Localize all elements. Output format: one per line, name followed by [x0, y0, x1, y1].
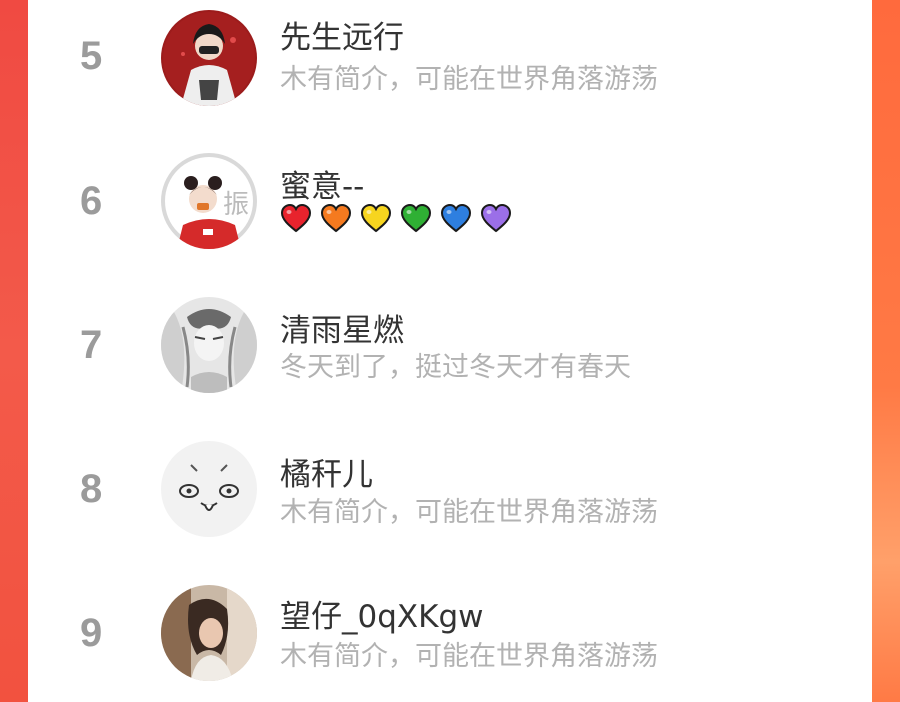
- avatar[interactable]: [161, 441, 257, 537]
- leaderboard-row-7[interactable]: 7 清雨星燃 冬天到了，挺过冬天才有春天: [28, 289, 872, 409]
- purple-heart-icon: [480, 203, 512, 233]
- rank-number: 9: [80, 611, 103, 655]
- avatar[interactable]: 振: [161, 153, 257, 249]
- user-bio-hearts: [280, 203, 512, 233]
- user-name[interactable]: 清雨星燃: [280, 305, 404, 350]
- avatar[interactable]: [161, 585, 257, 681]
- user-bio: 木有简介，可能在世界角落游荡: [280, 497, 658, 528]
- red-heart-icon: [280, 203, 312, 233]
- user-name[interactable]: 橘秆儿: [280, 449, 373, 494]
- rank-number: 8: [80, 467, 103, 511]
- left-border-decoration: [0, 0, 28, 702]
- rank-number: 6: [80, 179, 103, 223]
- svg-text:振: 振: [223, 190, 249, 220]
- green-heart-icon: [400, 203, 432, 233]
- user-bio: 冬天到了，挺过冬天才有春天: [280, 352, 631, 383]
- orange-heart-icon: [320, 203, 352, 233]
- blue-heart-icon: [440, 203, 472, 233]
- leaderboard-row-8[interactable]: 8 橘秆儿 木有简介，可能在世界角落游荡: [28, 433, 872, 553]
- right-border-decoration: [872, 0, 900, 702]
- user-bio: 木有简介，可能在世界角落游荡: [280, 641, 658, 672]
- user-name[interactable]: 先生远行: [280, 12, 404, 57]
- user-name[interactable]: 蜜意--: [280, 161, 364, 206]
- leaderboard-row-5[interactable]: 5 先生远行 木有简介，可能在世界角落游荡: [28, 0, 872, 120]
- leaderboard-row-9[interactable]: 9 望仔_0qXKgw 木有简介，可能在世界角落游荡: [28, 577, 872, 697]
- leaderboard-panel: 5 先生远行 木有简介，可能在世界角落游荡 6 振 蜜意-- 7 清雨星燃 冬天…: [28, 0, 872, 702]
- avatar[interactable]: [161, 10, 257, 106]
- yellow-heart-icon: [360, 203, 392, 233]
- leaderboard-row-6[interactable]: 6 振 蜜意--: [28, 145, 872, 265]
- user-bio: 木有简介，可能在世界角落游荡: [280, 64, 658, 95]
- rank-number: 5: [80, 34, 103, 78]
- rank-number: 7: [80, 323, 103, 367]
- user-name[interactable]: 望仔_0qXKgw: [280, 591, 484, 636]
- avatar[interactable]: [161, 297, 257, 393]
